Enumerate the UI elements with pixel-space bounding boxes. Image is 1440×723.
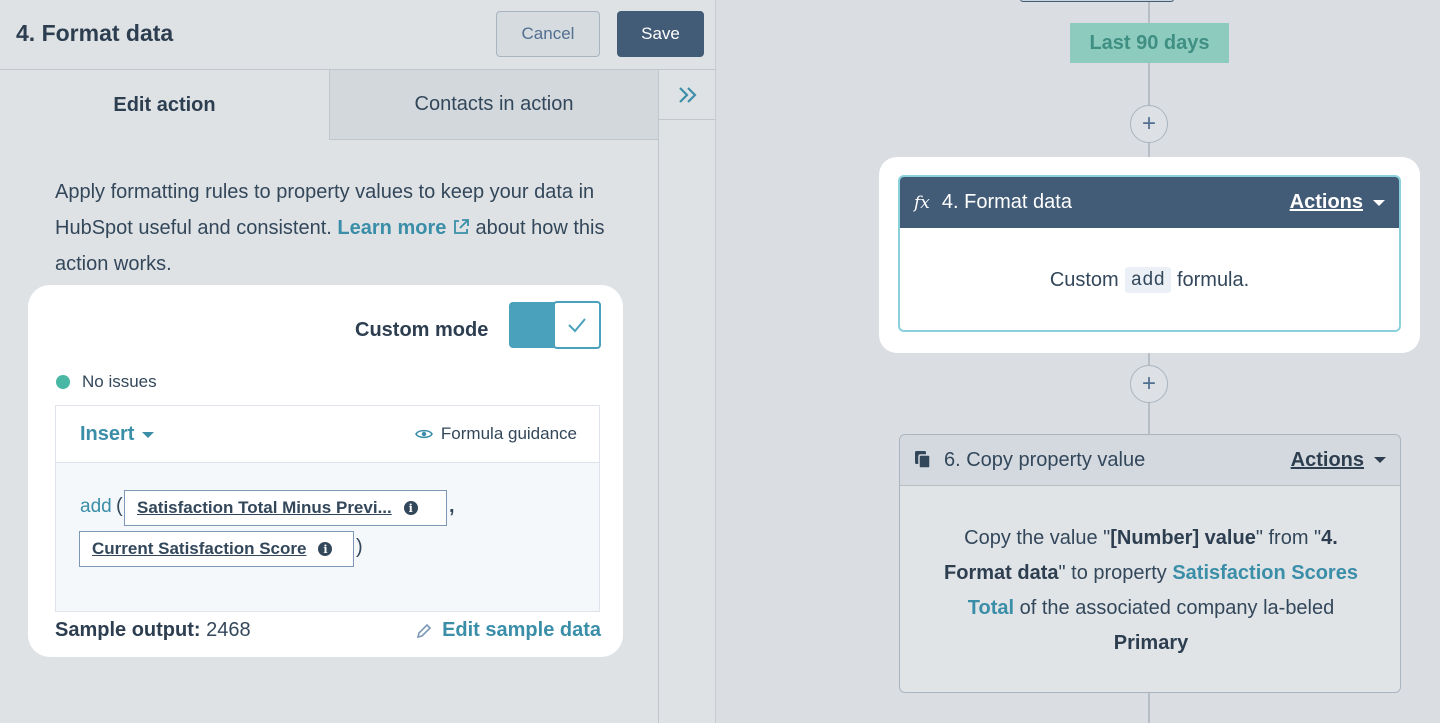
format-data-action-card[interactable]: fx 4. Format data Actions Custom add for… bbox=[898, 175, 1401, 332]
card-body: Copy the value "[Number] value" from "4.… bbox=[944, 527, 1358, 654]
panel-header: 4. Format data Cancel Save bbox=[0, 0, 716, 70]
custom-mode-label: Custom mode bbox=[355, 319, 489, 341]
formula-editor[interactable]: Insert Formula guidance add ( Satisfacti… bbox=[55, 405, 600, 612]
insert-label: Insert bbox=[80, 423, 135, 445]
card-header: fx 4. Format data Actions bbox=[900, 177, 1399, 228]
function-name: add bbox=[80, 496, 112, 517]
date-range-pill: Last 90 days bbox=[1070, 23, 1229, 63]
guidance-label: Formula guidance bbox=[440, 424, 577, 443]
save-button[interactable]: Save bbox=[617, 11, 704, 57]
info-icon: i bbox=[403, 501, 418, 515]
panel-tabs: Edit action Contacts in action bbox=[0, 70, 658, 140]
tab-edit-action[interactable]: Edit action bbox=[0, 70, 329, 140]
edit-sample-data-button[interactable]: Edit sample data bbox=[416, 619, 601, 642]
connector-line bbox=[1148, 0, 1150, 23]
add-action-button[interactable]: + bbox=[1130, 365, 1168, 403]
previous-action-card[interactable] bbox=[1020, 0, 1174, 2]
connector-line bbox=[1148, 693, 1150, 723]
actions-dropdown[interactable]: Actions bbox=[1290, 191, 1385, 214]
status-dot-icon bbox=[56, 375, 70, 389]
caret-down-icon bbox=[1374, 457, 1386, 463]
pencil-icon bbox=[416, 623, 432, 638]
add-action-button[interactable]: + bbox=[1130, 105, 1168, 143]
info-icon: i bbox=[318, 542, 333, 556]
formula-arg-chip[interactable]: Current Satisfaction Score i bbox=[79, 531, 354, 567]
double-chevron-right-icon bbox=[678, 86, 697, 103]
formula-card: Custom mode No issues Insert Formula gui… bbox=[28, 285, 623, 657]
card-title: 6. Copy property value bbox=[944, 448, 1146, 471]
collapse-panel-button[interactable] bbox=[659, 70, 716, 120]
sample-output: Sample output: 2468 bbox=[55, 619, 251, 642]
toggle-knob bbox=[553, 301, 601, 349]
eye-icon bbox=[415, 429, 433, 439]
learn-more-link[interactable]: Learn more bbox=[337, 217, 475, 239]
edit-sample-label: Edit sample data bbox=[442, 619, 601, 641]
fx-icon: fx bbox=[914, 192, 930, 213]
custom-mode-toggle[interactable] bbox=[509, 301, 601, 349]
caret-down-icon bbox=[1373, 199, 1385, 206]
chip-label: Current Satisfaction Score bbox=[92, 539, 307, 558]
checkmark-icon bbox=[568, 318, 586, 333]
formula-body[interactable]: add ( Satisfaction Total Minus Previ... … bbox=[56, 463, 599, 611]
collapse-column bbox=[658, 70, 716, 723]
cancel-button[interactable]: Cancel bbox=[496, 11, 600, 57]
panel-title: 4. Format data bbox=[16, 20, 174, 46]
status-text: No issues bbox=[82, 372, 157, 391]
formula-code: add bbox=[1124, 267, 1171, 293]
insert-dropdown[interactable]: Insert bbox=[80, 423, 155, 446]
comma: , bbox=[449, 495, 455, 517]
editor-toolbar: Insert Formula guidance bbox=[56, 406, 599, 463]
caret-down-icon bbox=[142, 431, 155, 438]
copy-property-action-card[interactable]: 6. Copy property value Actions Copy the … bbox=[899, 434, 1401, 693]
sample-output-value: 2468 bbox=[206, 619, 251, 641]
edit-action-panel: 4. Format data Cancel Save Edit action C… bbox=[0, 0, 716, 723]
validation-status: No issues bbox=[56, 372, 157, 392]
tab-contacts-in-action[interactable]: Contacts in action bbox=[329, 70, 658, 140]
chip-label: Satisfaction Total Minus Previ... bbox=[137, 498, 392, 517]
card-title: 4. Format data bbox=[941, 191, 1072, 213]
sample-output-label: Sample output: bbox=[55, 619, 201, 641]
copy-icon bbox=[915, 451, 931, 469]
external-link-icon bbox=[454, 219, 469, 234]
card-header: 6. Copy property value Actions bbox=[900, 435, 1400, 486]
formula-guidance-link[interactable]: Formula guidance bbox=[415, 424, 577, 444]
workflow-canvas[interactable]: Last 90 days + fx 4. Format data Actions… bbox=[716, 0, 1440, 723]
open-paren: ( bbox=[116, 495, 123, 517]
action-description: Apply formatting rules to property value… bbox=[55, 174, 615, 282]
actions-dropdown[interactable]: Actions bbox=[1291, 449, 1386, 472]
formula-arg-chip[interactable]: Satisfaction Total Minus Previ... i bbox=[124, 490, 447, 526]
card-body: Custom add formula. bbox=[1049, 267, 1250, 293]
close-paren: ) bbox=[356, 536, 363, 558]
